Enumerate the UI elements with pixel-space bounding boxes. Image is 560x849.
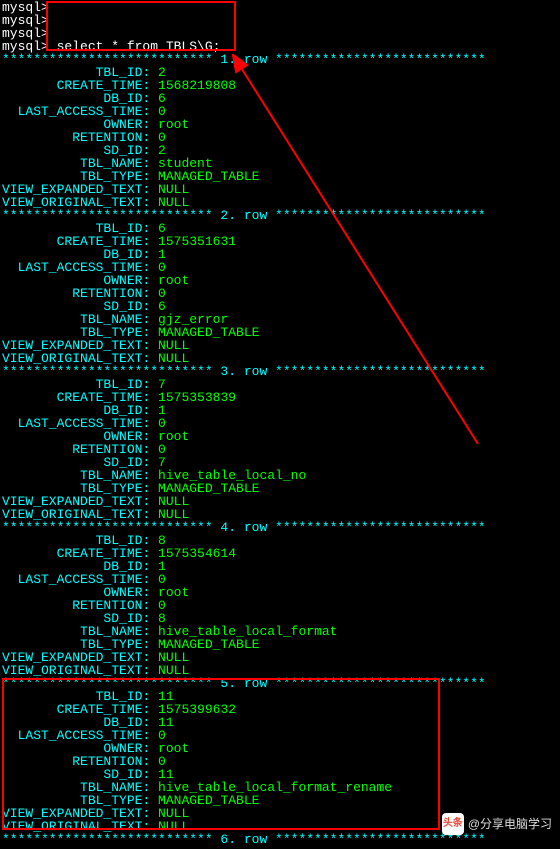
- terminal-output[interactable]: mysql>mysql>mysql>mysql> select * from T…: [0, 0, 560, 847]
- field-value-create_time: 1575354614: [158, 546, 236, 561]
- field-value-create_time: 1575351631: [158, 234, 236, 249]
- mysql-prompt-line: mysql>: [2, 14, 558, 27]
- watermark-icon: 头条: [442, 813, 464, 835]
- field-value-create_time: 1568219808: [158, 78, 236, 93]
- watermark-text: @分享电脑学习: [468, 818, 552, 830]
- mysql-prompt-line: mysql>: [2, 1, 558, 14]
- watermark: 头条 @分享电脑学习: [442, 813, 552, 835]
- field-value-create_time: 1575353839: [158, 390, 236, 405]
